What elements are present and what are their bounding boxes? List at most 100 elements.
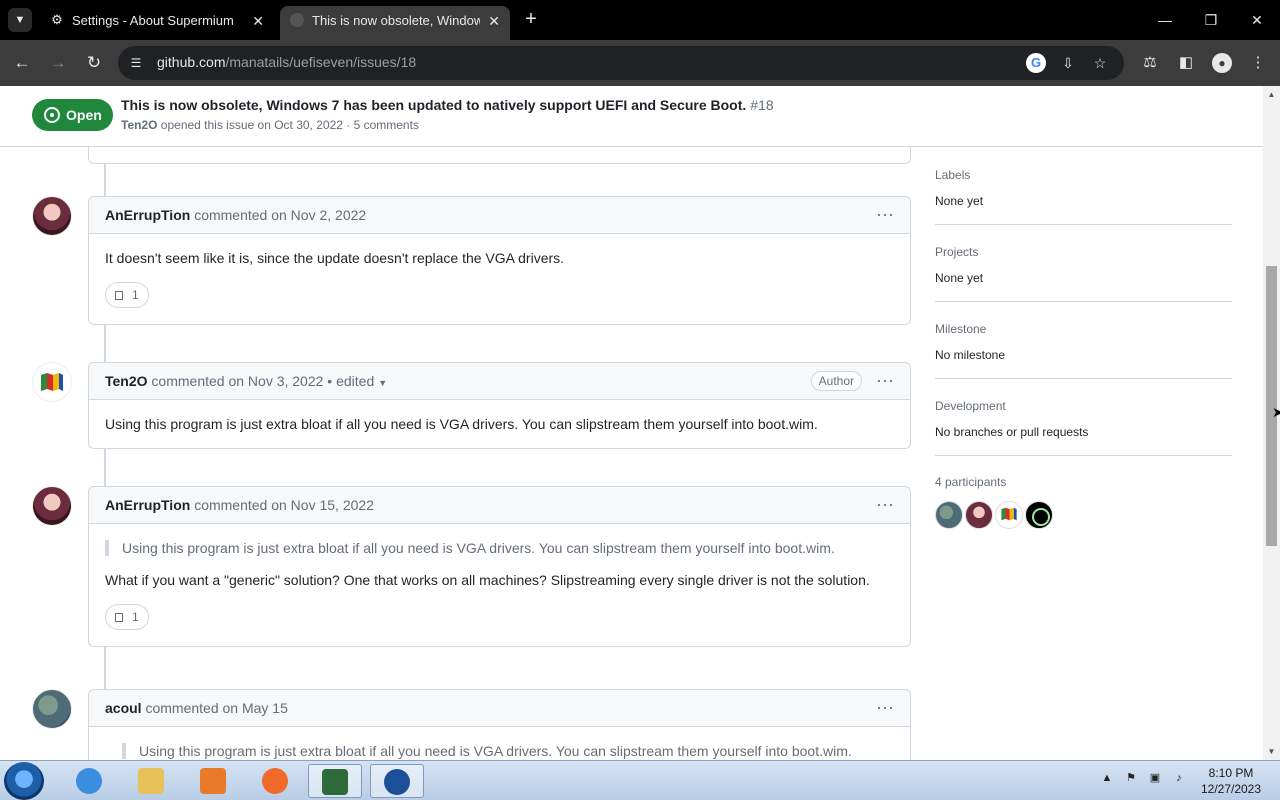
taskbar-file-explorer[interactable] (124, 764, 178, 798)
more-options-icon[interactable]: ··· (876, 363, 894, 397)
reaction-button[interactable]: 1 (105, 282, 149, 308)
tab-title: This is now obsolete, Windows (312, 13, 480, 28)
new-tab-button[interactable]: + (520, 8, 542, 32)
github-icon (290, 13, 304, 27)
comment-card: AnErrupTion commented on Nov 15, 2022 ··… (88, 486, 911, 647)
comment-body: It doesn't seem like it is, since the up… (89, 234, 910, 324)
back-button[interactable]: ← (10, 51, 34, 75)
reaction-count: 1 (132, 610, 139, 624)
comment-quote: Using this program is just extra bloat i… (105, 540, 894, 556)
comment-author[interactable]: AnErrupTion (105, 497, 190, 513)
internet-explorer-icon (76, 768, 102, 794)
comment-meta[interactable]: commented on Nov 2, 2022 (194, 207, 366, 223)
scroll-up-icon[interactable]: ▲ (1263, 86, 1280, 103)
browser-titlebar: ▼ ⚙ Settings - About Supermium ✕ This is… (0, 0, 1280, 40)
bookmark-star-icon[interactable]: ☆ (1090, 53, 1110, 73)
comment-card: Ten2O commented on Nov 3, 2022 • edited ▼… (88, 362, 911, 449)
comment-header: acoul commented on May 15 ··· (89, 690, 910, 727)
show-hidden-icons-icon[interactable]: ▲ (1100, 771, 1114, 785)
more-options-icon[interactable]: ··· (876, 487, 894, 521)
issue-state-label: Open (66, 107, 102, 123)
action-center-flag-icon[interactable]: ⚑ (1124, 771, 1138, 785)
page-viewport: Open This is now obsolete, Windows 7 has… (0, 86, 1280, 760)
menu-kebab-icon[interactable]: ⋮ (1248, 53, 1268, 73)
minimize-button[interactable]: — (1142, 0, 1188, 40)
participant-avatar[interactable] (935, 501, 963, 529)
labs-flask-icon[interactable]: ⚖ (1140, 53, 1160, 73)
more-options-icon[interactable]: ··· (876, 197, 894, 231)
clock-date: 12/27/2023 (1200, 782, 1262, 796)
restore-button[interactable]: ❐ (1188, 0, 1234, 40)
avatar[interactable] (32, 362, 72, 402)
close-tab-icon[interactable]: ✕ (252, 6, 264, 36)
tab-settings[interactable]: ⚙ Settings - About Supermium ✕ (40, 6, 274, 40)
profile-icon[interactable]: ● (1212, 53, 1232, 73)
issue-title: This is now obsolete, Windows 7 has been… (121, 97, 774, 113)
network-icon[interactable]: ▣ (1148, 771, 1162, 785)
site-info-icon[interactable]: ☰ (126, 53, 146, 73)
volume-muted-icon[interactable]: ♪ (1172, 771, 1186, 785)
reaction-count: 1 (132, 288, 139, 302)
taskbar-supermium[interactable] (370, 764, 424, 798)
comment-author[interactable]: AnErrupTion (105, 207, 190, 223)
scroll-down-icon[interactable]: ▼ (1263, 743, 1280, 760)
n64-logo-icon (41, 373, 63, 391)
comment-meta[interactable]: commented on Nov 3, 2022 • edited (151, 373, 374, 389)
forward-button[interactable]: → (46, 51, 70, 75)
taskbar-media-player[interactable] (186, 764, 240, 798)
comment-meta[interactable]: commented on May 15 (145, 700, 287, 716)
sidebar-milestone: Milestone No milestone (935, 302, 1232, 379)
url-text[interactable]: github.com/manatails/uefiseven/issues/18 (157, 54, 416, 70)
issue-open-icon (44, 107, 60, 123)
issue-author-link[interactable]: Ten2O (121, 118, 157, 132)
taskbar-task-manager[interactable] (308, 764, 362, 798)
comment-text: It doesn't seem like it is, since the up… (105, 250, 565, 266)
sidebar-labels: Labels None yet (935, 148, 1232, 225)
participant-avatar[interactable] (1025, 501, 1053, 529)
url-path: /manatails/uefiseven/issues/18 (225, 54, 417, 70)
comment-author[interactable]: Ten2O (105, 373, 148, 389)
install-app-icon[interactable]: ⇩ (1058, 53, 1078, 73)
avatar[interactable] (32, 486, 72, 526)
page-scrollbar[interactable]: ▲ ▼ (1263, 86, 1280, 760)
browser-toolbar: ← → ↻ ☰ github.com/manatails/uefiseven/i… (0, 40, 1280, 86)
comment-author[interactable]: acoul (105, 700, 142, 716)
comment-meta[interactable]: commented on Nov 15, 2022 (194, 497, 374, 513)
issue-sidebar: Labels None yet Projects None yet Milest… (935, 148, 1232, 456)
tab-search-button[interactable]: ▼ (8, 8, 32, 32)
start-button[interactable] (4, 762, 44, 800)
more-options-icon[interactable]: ··· (876, 690, 894, 724)
participant-avatar[interactable] (995, 501, 1023, 529)
firefox-icon (262, 768, 288, 794)
n64-logo-icon (1001, 507, 1017, 521)
sidebar-heading: Development (935, 399, 1006, 413)
side-panel-icon[interactable]: ◧ (1176, 53, 1196, 73)
participant-avatar[interactable] (965, 501, 993, 529)
issue-sticky-header: Open This is now obsolete, Windows 7 has… (0, 86, 1263, 147)
sidebar-development: Development No branches or pull requests (935, 379, 1232, 456)
clock-time: 8:10 PM (1208, 766, 1254, 780)
close-tab-icon[interactable]: ✕ (488, 6, 500, 36)
windows-taskbar: ▲ ⚑ ▣ ♪ 8:10 PM 12/27/2023 (0, 760, 1280, 800)
comment-header: AnErrupTion commented on Nov 2, 2022 ··· (89, 197, 910, 234)
sidebar-projects: Projects None yet (935, 225, 1232, 302)
address-bar[interactable]: ☰ github.com/manatails/uefiseven/issues/… (118, 46, 1124, 80)
tab-github-issue[interactable]: This is now obsolete, Windows ✕ (280, 6, 510, 40)
author-role-badge: Author (810, 371, 862, 391)
system-clock[interactable]: 8:10 PM 12/27/2023 (1196, 765, 1266, 797)
close-window-button[interactable]: ✕ (1234, 0, 1280, 40)
taskbar-internet-explorer[interactable] (62, 764, 116, 798)
google-lens-icon[interactable]: G (1026, 53, 1046, 73)
comment-body: Using this program is just extra bloat i… (89, 727, 910, 760)
media-player-icon (200, 768, 226, 794)
thumbs-up-icon (115, 613, 123, 622)
avatar[interactable] (32, 689, 72, 729)
reload-button[interactable]: ↻ (82, 51, 106, 75)
reaction-button[interactable]: 1 (105, 604, 149, 630)
folder-icon (138, 768, 164, 794)
taskbar-firefox[interactable] (248, 764, 302, 798)
comment-card: acoul commented on May 15 ··· Using this… (88, 689, 911, 760)
avatar[interactable] (32, 196, 72, 236)
edit-history-caret-icon[interactable]: ▼ (378, 365, 387, 402)
issue-number: #18 (750, 97, 774, 113)
